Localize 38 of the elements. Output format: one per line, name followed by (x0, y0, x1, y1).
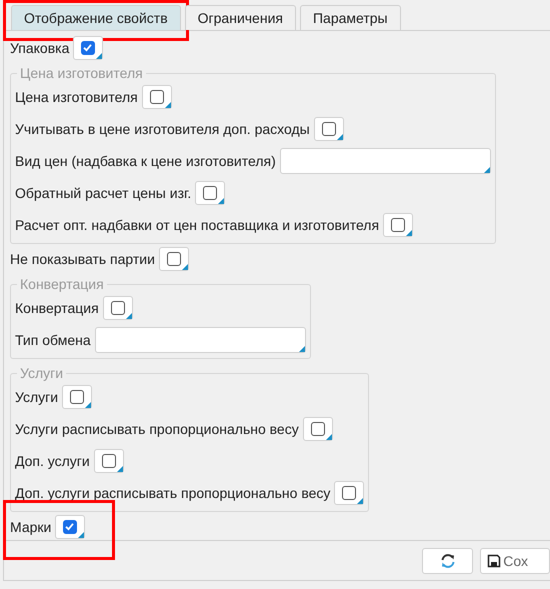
checkbox[interactable] (63, 520, 78, 534)
checkbox-label: Обратный расчет цены изг. (15, 185, 192, 201)
group-title: Цена изготовителя (19, 65, 144, 81)
checkbox-label: Услуги расписывать пропорционально весу (15, 421, 299, 437)
checkbox-label: Марки (10, 519, 52, 535)
checkbox-label: Услуги (15, 389, 58, 405)
field-label: Вид цен (надбавка к цене изготовителя) (15, 153, 276, 169)
checkbox-label: Учитывать в цене изготовителя доп. расходы (15, 121, 310, 137)
group-title: Услуги (19, 365, 64, 381)
checkbox[interactable] (102, 454, 116, 468)
checkbox-label: Не показывать партии (10, 251, 155, 267)
checkbox-label: Доп. услуги (15, 453, 90, 469)
checkbox[interactable] (166, 252, 181, 266)
checkbox[interactable] (150, 90, 164, 104)
group-title: Конвертация (19, 276, 105, 292)
checkbox[interactable] (322, 122, 336, 136)
save-button[interactable]: Сох (480, 548, 550, 574)
checkbox[interactable] (391, 218, 406, 232)
tab[interactable]: Отображение свойств (11, 5, 181, 30)
checkbox-label: Конвертация (15, 300, 99, 316)
input-field[interactable] (280, 148, 491, 174)
checkbox-label: Упаковка (10, 40, 70, 56)
checkbox[interactable] (70, 390, 84, 404)
input-field[interactable] (94, 327, 306, 353)
save-icon (487, 554, 502, 568)
checkbox[interactable] (203, 186, 218, 200)
field-label: Тип обмена (15, 332, 91, 348)
checkbox[interactable] (310, 422, 325, 436)
checkbox[interactable] (81, 41, 96, 55)
refresh-icon (440, 553, 456, 569)
refresh-button[interactable] (422, 548, 474, 574)
checkbox[interactable] (110, 301, 125, 315)
tab[interactable]: Ограничения (184, 5, 296, 30)
tab[interactable]: Параметры (300, 5, 401, 30)
checkbox-label: Расчет опт. надбавки от цен поставщика и изготовителя (15, 217, 380, 233)
checkbox-label: Доп. услуги расписывать пропорционально весу (15, 485, 330, 501)
checkbox-label: Цена изготовителя (15, 89, 138, 105)
checkbox[interactable] (342, 486, 356, 500)
